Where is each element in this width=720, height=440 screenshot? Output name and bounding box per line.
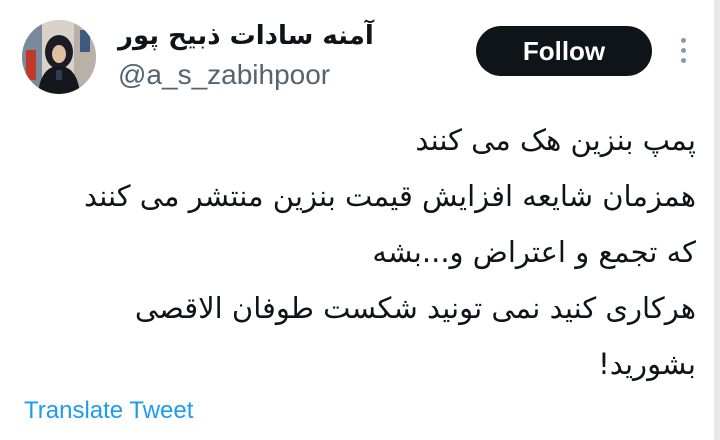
- avatar[interactable]: [22, 20, 96, 94]
- tweet-text: پمپ بنزین هک می کنند همزمان شایعه افزایش…: [36, 112, 696, 392]
- translate-tweet-link[interactable]: Translate Tweet: [24, 396, 193, 426]
- more-dot: [680, 47, 686, 53]
- follow-button[interactable]: Follow: [476, 26, 652, 76]
- tweet-card: آمنه سادات ذبیح پور @a_s_zabihpoor Follo…: [0, 0, 720, 440]
- author-info: آمنه سادات ذبیح پور @a_s_zabihpoor: [118, 18, 418, 92]
- more-dot: [680, 57, 686, 63]
- more-vertical-icon[interactable]: [668, 30, 698, 70]
- tweet-line: هرکاری کنید نمی تونید شکست طوفان الاقصی: [134, 291, 696, 325]
- tweet-line: همزمان شایعه افزایش قیمت بنزین منتشر می …: [84, 179, 696, 213]
- user-handle[interactable]: @a_s_zabihpoor: [118, 58, 418, 92]
- profile-photo-icon: [22, 20, 96, 94]
- scrollbar-edge: [714, 0, 720, 440]
- more-dot: [680, 37, 686, 43]
- tweet-line: بشورید!: [598, 347, 696, 381]
- tweet-line: که تجمع و اعتراض و...بشه: [372, 235, 696, 269]
- display-name[interactable]: آمنه سادات ذبیح پور: [118, 18, 418, 54]
- tweet-line: پمپ بنزین هک می کنند: [415, 123, 696, 157]
